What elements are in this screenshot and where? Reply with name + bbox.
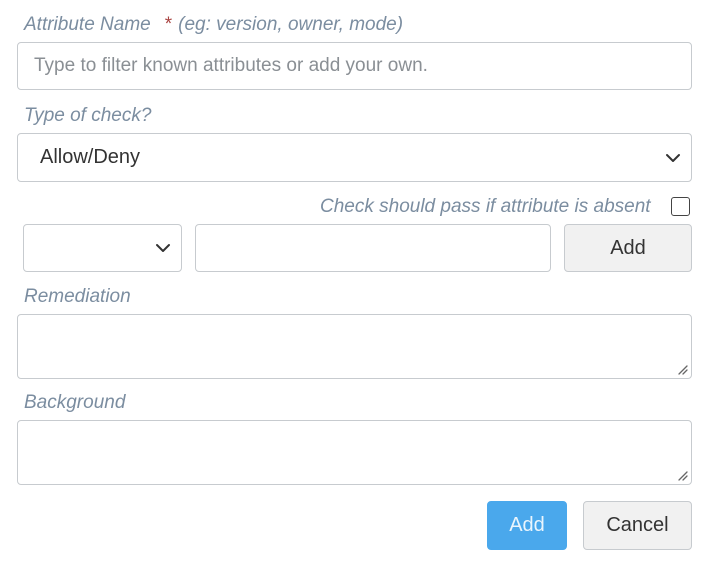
remediation-label: Remediation — [24, 286, 131, 307]
attribute-name-label: Attribute Name — [24, 14, 151, 35]
check-type-selected-value: Allow/Deny — [40, 146, 141, 168]
value-input[interactable] — [195, 224, 551, 272]
absent-option-checkbox[interactable] — [671, 197, 690, 216]
attribute-name-label-row: Attribute Name * (eg: version, owner, mode… — [24, 14, 403, 36]
chevron-down-icon — [156, 244, 170, 252]
attribute-name-placeholder: Type to filter known attributes or add y… — [34, 55, 428, 76]
operator-select[interactable] — [23, 224, 182, 272]
remediation-textarea[interactable] — [17, 314, 692, 379]
attribute-name-hint: (eg: version, owner, mode) — [178, 14, 404, 35]
add-value-button[interactable]: Add — [564, 224, 692, 272]
resize-handle-icon[interactable] — [676, 363, 688, 375]
background-label: Background — [24, 392, 126, 413]
attribute-name-input[interactable]: Type to filter known attributes or add y… — [17, 42, 692, 90]
cancel-button[interactable]: Cancel — [583, 501, 692, 550]
chevron-down-icon — [666, 154, 680, 162]
required-marker: * — [164, 14, 173, 35]
background-textarea[interactable] — [17, 420, 692, 485]
check-type-label: Type of check? — [24, 105, 152, 126]
resize-handle-icon[interactable] — [676, 469, 688, 481]
add-button[interactable]: Add — [487, 501, 567, 550]
attribute-check-form: Attribute Name * (eg: version, owner, mode… — [0, 0, 705, 565]
check-type-select[interactable]: Allow/Deny — [17, 133, 692, 182]
absent-option-label: Check should pass if attribute is absent — [320, 196, 651, 217]
